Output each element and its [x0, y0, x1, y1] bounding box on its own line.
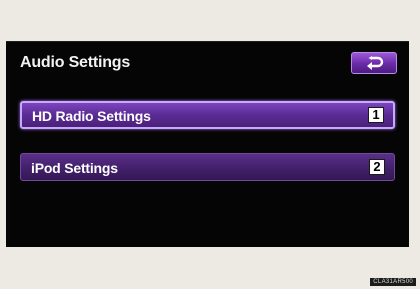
menu-item-hd-radio-settings[interactable]: HD Radio Settings 1: [20, 101, 395, 129]
screen-title: Audio Settings: [20, 54, 131, 71]
number-badge: 1: [368, 107, 384, 123]
figure-code: CLA31AR500: [370, 278, 416, 286]
number-badge: 2: [369, 159, 385, 175]
back-button[interactable]: [351, 52, 397, 74]
menu-item-ipod-settings[interactable]: iPod Settings 2: [20, 153, 395, 181]
manual-page: Audio Settings HD Radio Settings 1 iPod …: [0, 0, 420, 289]
return-arrow-icon: [367, 56, 384, 70]
display-screen: Audio Settings HD Radio Settings 1 iPod …: [6, 41, 409, 247]
menu-item-label: HD Radio Settings: [32, 108, 151, 124]
menu-item-label: iPod Settings: [31, 160, 118, 176]
